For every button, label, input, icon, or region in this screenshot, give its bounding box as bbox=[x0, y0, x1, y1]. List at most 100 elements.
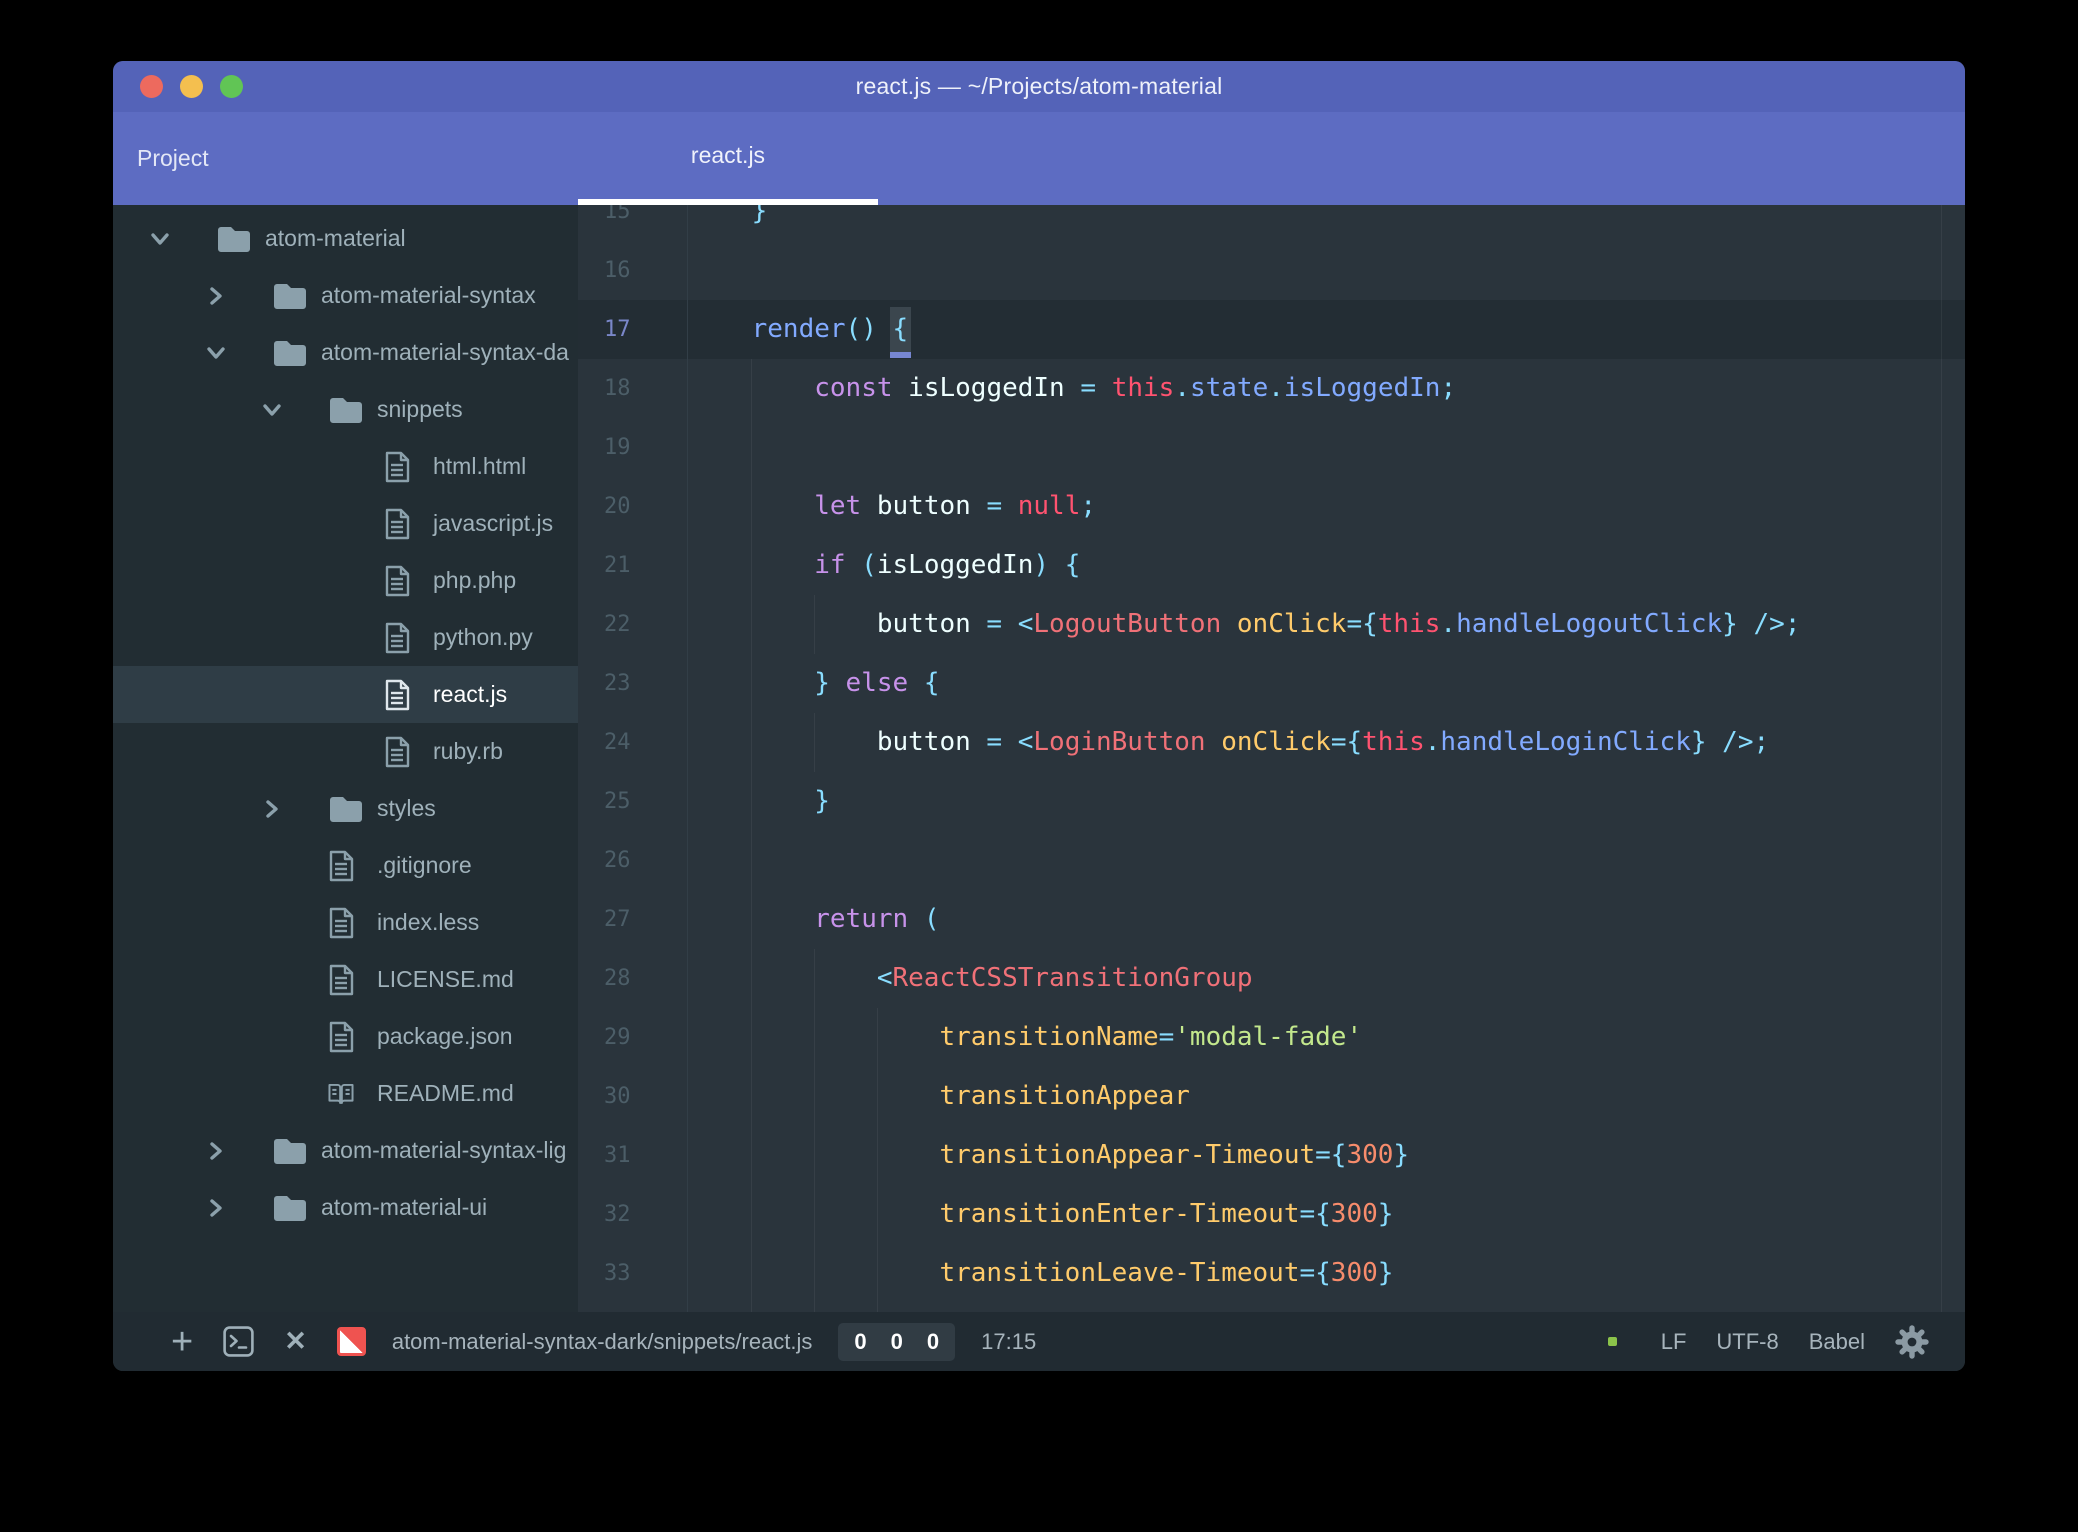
add-project-icon[interactable]: + bbox=[171, 1323, 193, 1361]
tree-item--gitignore[interactable]: .gitignore bbox=[113, 837, 578, 894]
code-editor[interactable]: 15 } 16 17 render() {18 const isLoggedIn =… bbox=[578, 205, 1965, 1312]
tree-item-php-php[interactable]: php.php bbox=[113, 552, 578, 609]
chevron-right-icon[interactable] bbox=[205, 1197, 227, 1219]
tree-item-react-js[interactable]: react.js bbox=[113, 666, 578, 723]
code-line[interactable]: 30 transitionAppear bbox=[578, 1067, 1965, 1126]
tree-item-snippets[interactable]: snippets bbox=[113, 381, 578, 438]
code-line[interactable]: 33 transitionLeave-Timeout={300} bbox=[578, 1244, 1965, 1303]
code-line-text bbox=[687, 831, 689, 890]
tab-react-js[interactable]: react.js bbox=[578, 112, 878, 205]
gear-icon[interactable] bbox=[1895, 1324, 1929, 1359]
line-number[interactable]: 30 bbox=[578, 1067, 687, 1126]
tree-item-atom-material-syntax[interactable]: atom-material-syntax bbox=[113, 267, 578, 324]
code-line[interactable]: 21 if (isLoggedIn) { bbox=[578, 536, 1965, 595]
tree-item-label: ruby.rb bbox=[433, 738, 503, 764]
chevron-down-icon[interactable] bbox=[149, 228, 171, 250]
code-line[interactable]: 27 return ( bbox=[578, 890, 1965, 949]
file-icon bbox=[383, 736, 411, 768]
tree-item-label: styles bbox=[377, 795, 436, 821]
line-number[interactable]: 31 bbox=[578, 1126, 687, 1185]
line-number[interactable]: 18 bbox=[578, 359, 687, 418]
tree-item-index-less[interactable]: index.less bbox=[113, 894, 578, 951]
chevron-down-icon[interactable] bbox=[205, 342, 227, 364]
code-line[interactable]: 20 let button = null; bbox=[578, 477, 1965, 536]
encoding-selector[interactable]: UTF-8 bbox=[1716, 1329, 1778, 1355]
line-number[interactable]: 21 bbox=[578, 536, 687, 595]
tree-item-ruby-rb[interactable]: ruby.rb bbox=[113, 723, 578, 780]
line-number[interactable]: 23 bbox=[578, 654, 687, 713]
grammar-selector[interactable]: Babel bbox=[1809, 1329, 1865, 1355]
code-line-text: } bbox=[689, 205, 768, 226]
line-number[interactable]: 19 bbox=[578, 418, 687, 477]
line-number[interactable]: 15 bbox=[578, 205, 687, 241]
code-line[interactable]: 15 } bbox=[578, 205, 1965, 241]
git-status-badge[interactable]: 0 0 0 bbox=[838, 1322, 956, 1361]
line-number[interactable]: 20 bbox=[578, 477, 687, 536]
chevron-right-icon[interactable] bbox=[261, 798, 283, 820]
line-number[interactable]: 22 bbox=[578, 595, 687, 654]
code-line-text: transitionLeave-Timeout={300} bbox=[939, 1258, 1394, 1288]
line-number[interactable]: 24 bbox=[578, 713, 687, 772]
line-number[interactable]: 28 bbox=[578, 949, 687, 1008]
code-line[interactable]: 29 transitionName='modal-fade' bbox=[578, 1008, 1965, 1067]
file-icon bbox=[327, 964, 355, 996]
line-number[interactable]: 33 bbox=[578, 1244, 687, 1303]
file-path[interactable]: atom-material-syntax-dark/snippets/react… bbox=[392, 1329, 813, 1355]
line-ending-selector[interactable]: LF bbox=[1661, 1329, 1687, 1355]
tree-item-atom-material-syntax-lig[interactable]: atom-material-syntax-lig bbox=[113, 1122, 578, 1179]
code-line[interactable]: 16 bbox=[578, 241, 1965, 300]
tree-item-python-py[interactable]: python.py bbox=[113, 609, 578, 666]
tree-item-atom-material[interactable]: atom-material bbox=[113, 210, 578, 267]
tree-item-readme-md[interactable]: README.md bbox=[113, 1065, 578, 1122]
chevron-right-icon[interactable] bbox=[205, 1140, 227, 1162]
code-line[interactable]: 28 <ReactCSSTransitionGroup bbox=[578, 949, 1965, 1008]
folder-icon bbox=[215, 223, 253, 255]
terminal-icon[interactable] bbox=[223, 1326, 254, 1357]
line-number[interactable]: 32 bbox=[578, 1185, 687, 1244]
line-number[interactable]: 29 bbox=[578, 1008, 687, 1067]
line-number[interactable]: 25 bbox=[578, 772, 687, 831]
code-line-text: <ReactCSSTransitionGroup bbox=[876, 963, 1253, 993]
chevron-down-icon[interactable] bbox=[261, 399, 283, 421]
tree-item-label: atom-material-syntax-lig bbox=[321, 1137, 567, 1163]
tree-item-atom-material-syntax-da[interactable]: atom-material-syntax-da bbox=[113, 324, 578, 381]
code-line[interactable]: 23 } else { bbox=[578, 654, 1965, 713]
material-logo-icon[interactable] bbox=[336, 1327, 366, 1356]
code-line[interactable]: 17 render() { bbox=[578, 300, 1965, 359]
minimize-window-button[interactable] bbox=[180, 75, 203, 98]
tree-item-html-html[interactable]: html.html bbox=[113, 438, 578, 495]
tree-item-javascript-js[interactable]: javascript.js bbox=[113, 495, 578, 552]
code-line[interactable]: 19 bbox=[578, 418, 1965, 477]
line-number[interactable]: 27 bbox=[578, 890, 687, 949]
tree-item-atom-material-ui[interactable]: atom-material-ui bbox=[113, 1179, 578, 1236]
zoom-window-button[interactable] bbox=[220, 75, 243, 98]
line-number[interactable]: 26 bbox=[578, 831, 687, 890]
line-number[interactable]: 34 bbox=[578, 1303, 687, 1312]
code-line[interactable]: 22 button = <LogoutButton onClick={this.… bbox=[578, 595, 1965, 654]
window-title: react.js — ~/Projects/atom-material bbox=[855, 73, 1223, 99]
chevron-right-icon[interactable] bbox=[205, 285, 227, 307]
close-icon[interactable]: ✕ bbox=[284, 1326, 307, 1357]
line-number[interactable]: 16 bbox=[578, 241, 687, 300]
tree-item-label: index.less bbox=[377, 909, 480, 935]
code-line[interactable]: 32 transitionEnter-Timeout={300} bbox=[578, 1185, 1965, 1244]
code-line[interactable]: 31 transitionAppear-Timeout={300} bbox=[578, 1126, 1965, 1185]
code-line[interactable]: 26 bbox=[578, 831, 1965, 890]
tree-item-license-md[interactable]: LICENSE.md bbox=[113, 951, 578, 1008]
code-line[interactable]: 24 button = <LoginButton onClick={this.h… bbox=[578, 713, 1965, 772]
code-line[interactable]: 34 > bbox=[578, 1303, 1965, 1312]
tree-item-label: python.py bbox=[433, 624, 533, 650]
tree-item-label: react.js bbox=[433, 681, 508, 707]
code-line[interactable]: 18 const isLoggedIn = this.state.isLogge… bbox=[578, 359, 1965, 418]
file-icon bbox=[327, 907, 355, 939]
code-line-text bbox=[687, 241, 689, 300]
close-window-button[interactable] bbox=[140, 75, 163, 98]
code-line-text: } else { bbox=[814, 668, 940, 698]
code-lines: 15 } 16 17 render() {18 const isLoggedIn =… bbox=[578, 205, 1965, 1312]
cursor-position[interactable]: 17:15 bbox=[981, 1329, 1036, 1355]
code-line[interactable]: 25 } bbox=[578, 772, 1965, 831]
line-number[interactable]: 17 bbox=[578, 300, 687, 359]
tree-item-package-json[interactable]: package.json bbox=[113, 1008, 578, 1065]
file-icon bbox=[327, 850, 355, 882]
tree-item-styles[interactable]: styles bbox=[113, 780, 578, 837]
